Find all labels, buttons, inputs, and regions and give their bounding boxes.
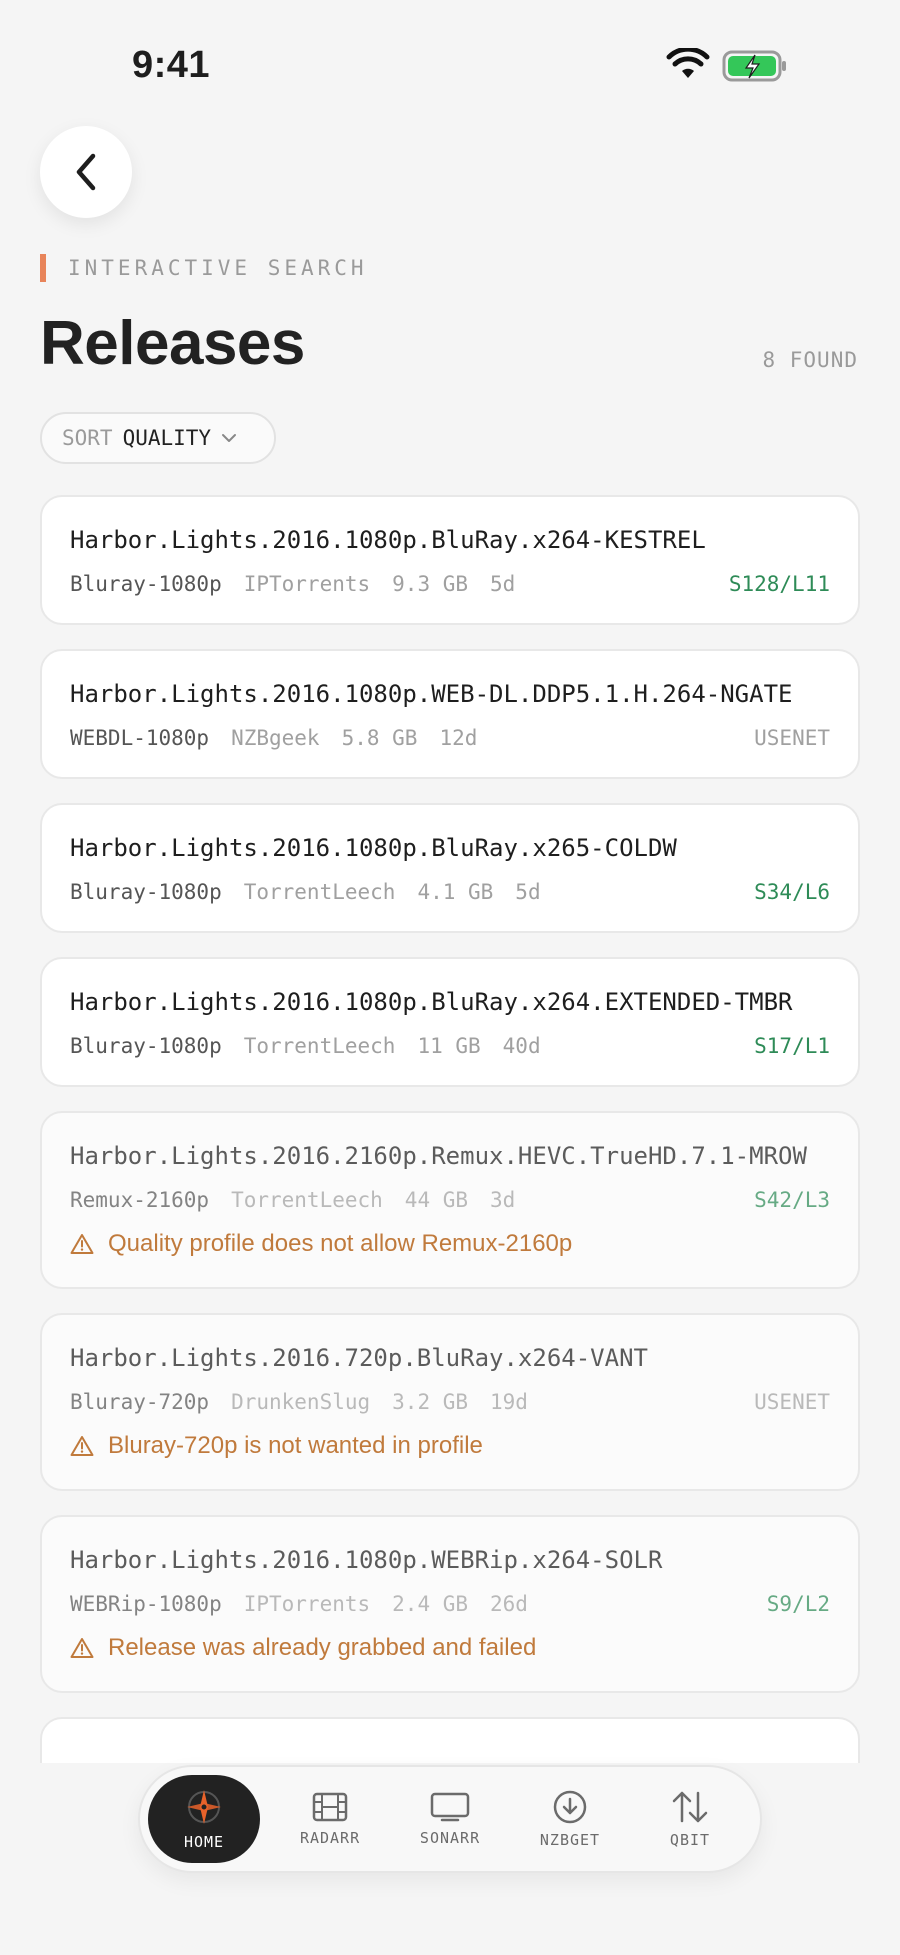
release-title: Harbor.Lights.2016.1080p.BluRay.x264.EXT… (70, 988, 793, 1016)
release-meta: Bluray-1080p TorrentLeech 4.1 GB 5d S34/… (70, 877, 830, 907)
back-button[interactable] (40, 126, 132, 218)
eyebrow-label: INTERACTIVE SEARCH (68, 256, 368, 280)
release-indexer: TorrentLeech (243, 880, 396, 904)
tab-label: QBIT (669, 1831, 711, 1849)
chevron-left-icon (76, 153, 96, 191)
release-age: 3d (490, 1188, 516, 1212)
release-card-partial[interactable] (40, 1717, 860, 1763)
release-peers: S42/L3 (754, 1188, 830, 1212)
tab-home[interactable]: HOME (148, 1775, 261, 1863)
transfer-arrows-icon (672, 1791, 708, 1823)
tab-qbit[interactable]: QBIT (632, 1775, 748, 1863)
release-age: 26d (490, 1592, 528, 1616)
release-title: Harbor.Lights.2016.1080p.WEBRip.x264-SOL… (70, 1546, 663, 1574)
release-card-rejected[interactable]: Harbor.Lights.2016.720p.BluRay.x264-VANT… (40, 1313, 860, 1491)
release-indexer: TorrentLeech (243, 1034, 396, 1058)
release-size: 5.8 GB (341, 726, 418, 750)
sort-dropdown[interactable]: SORT QUALITY (40, 412, 276, 464)
release-indexer: IPTorrents (243, 1592, 371, 1616)
release-list: Harbor.Lights.2016.1080p.BluRay.x264-KES… (40, 495, 860, 1763)
page-title: Releases (40, 309, 305, 378)
release-indexer: IPTorrents (243, 572, 371, 596)
results-count: 8 FOUND (762, 348, 858, 372)
status-bar: 9:41 (0, 0, 900, 120)
download-icon (553, 1790, 587, 1824)
release-quality: Bluray-1080p (70, 572, 222, 596)
film-icon (312, 1792, 348, 1822)
release-quality: Bluray-720p (70, 1390, 210, 1414)
release-size: 44 GB (404, 1188, 469, 1212)
tab-label: SONARR (419, 1829, 481, 1847)
status-time: 9:41 (132, 44, 211, 86)
chevron-down-icon (222, 434, 237, 442)
tv-icon (430, 1792, 470, 1822)
release-size: 9.3 GB (392, 572, 469, 596)
release-peers: S17/L1 (754, 1034, 830, 1058)
tab-nzbget[interactable]: NZBGET (512, 1775, 628, 1863)
battery-charging-icon (722, 50, 786, 82)
release-size: 2.4 GB (392, 1592, 469, 1616)
release-peers: S9/L2 (766, 1592, 830, 1616)
tab-label: RADARR (299, 1829, 361, 1847)
release-meta: Bluray-720p DrunkenSlug 3.2 GB 19d USENE… (70, 1387, 830, 1417)
release-quality: Remux-2160p (70, 1188, 210, 1212)
release-card[interactable]: Harbor.Lights.2016.1080p.BluRay.x265-COL… (40, 803, 860, 933)
release-age: 5d (490, 572, 516, 596)
warning-text: Quality profile does not allow Remux-216… (108, 1230, 573, 1257)
sort-label: SORT (62, 426, 113, 450)
release-age: 12d (439, 726, 478, 750)
release-quality: Bluray-1080p (70, 1034, 222, 1058)
rejection-warning: Release was already grabbed and failed (70, 1633, 830, 1663)
release-title: Harbor.Lights.2016.720p.BluRay.x264-VANT (70, 1344, 648, 1372)
release-size: 3.2 GB (392, 1390, 469, 1414)
release-peers: S128/L11 (728, 572, 830, 596)
tab-label: HOME (183, 1833, 225, 1851)
release-meta: Remux-2160p TorrentLeech 44 GB 3d S42/L3 (70, 1185, 830, 1215)
release-card-rejected[interactable]: Harbor.Lights.2016.1080p.WEBRip.x264-SOL… (40, 1515, 860, 1693)
wifi-icon (666, 48, 710, 78)
compass-icon (187, 1790, 222, 1824)
release-size: 11 GB (417, 1034, 481, 1058)
release-protocol: USENET (754, 726, 830, 750)
release-meta: WEBRip-1080p IPTorrents 2.4 GB 26d S9/L2 (70, 1589, 830, 1619)
warning-text: Release was already grabbed and failed (108, 1634, 537, 1661)
warning-text: Bluray-720p is not wanted in profile (108, 1432, 483, 1459)
release-meta: Bluray-1080p IPTorrents 9.3 GB 5d S128/L… (70, 569, 830, 599)
release-card[interactable]: Harbor.Lights.2016.1080p.BluRay.x264-KES… (40, 495, 860, 625)
section-eyebrow: INTERACTIVE SEARCH (40, 254, 368, 282)
sort-value: QUALITY (122, 426, 212, 450)
release-quality: WEBDL-1080p (70, 726, 210, 750)
rejection-warning: Bluray-720p is not wanted in profile (70, 1431, 830, 1461)
release-title: Harbor.Lights.2016.1080p.BluRay.x265-COL… (70, 834, 677, 862)
release-meta: WEBDL-1080p NZBgeek 5.8 GB 12d USENET (70, 723, 830, 753)
bottom-tab-bar: HOME RADARR SONARR NZBGET QBIT (138, 1765, 762, 1873)
release-card-rejected[interactable]: Harbor.Lights.2016.2160p.Remux.HEVC.True… (40, 1111, 860, 1289)
release-meta: Bluray-1080p TorrentLeech 11 GB 40d S17/… (70, 1031, 830, 1061)
release-quality: WEBRip-1080p (70, 1592, 222, 1616)
tab-radarr[interactable]: RADARR (272, 1775, 388, 1863)
warning-triangle-icon (70, 1638, 94, 1658)
tab-label: NZBGET (539, 1831, 601, 1849)
release-title: Harbor.Lights.2016.1080p.WEB-DL.DDP5.1.H… (70, 680, 793, 708)
release-title: Harbor.Lights.2016.1080p.BluRay.x264-KES… (70, 526, 706, 554)
release-size: 4.1 GB (417, 880, 494, 904)
release-title: Harbor.Lights.2016.2160p.Remux.HEVC.True… (70, 1142, 807, 1170)
warning-triangle-icon (70, 1234, 94, 1254)
accent-bar (40, 254, 46, 282)
release-age: 5d (515, 880, 541, 904)
release-peers: S34/L6 (754, 880, 830, 904)
release-card[interactable]: Harbor.Lights.2016.1080p.WEB-DL.DDP5.1.H… (40, 649, 860, 779)
release-age: 19d (490, 1390, 528, 1414)
release-indexer: NZBgeek (231, 726, 320, 750)
tab-sonarr[interactable]: SONARR (392, 1775, 508, 1863)
release-indexer: TorrentLeech (231, 1188, 383, 1212)
release-quality: Bluray-1080p (70, 880, 222, 904)
release-protocol: USENET (754, 1390, 830, 1414)
release-indexer: DrunkenSlug (231, 1390, 371, 1414)
rejection-warning: Quality profile does not allow Remux-216… (70, 1229, 830, 1259)
release-card[interactable]: Harbor.Lights.2016.1080p.BluRay.x264.EXT… (40, 957, 860, 1087)
release-age: 40d (502, 1034, 541, 1058)
warning-triangle-icon (70, 1436, 94, 1456)
